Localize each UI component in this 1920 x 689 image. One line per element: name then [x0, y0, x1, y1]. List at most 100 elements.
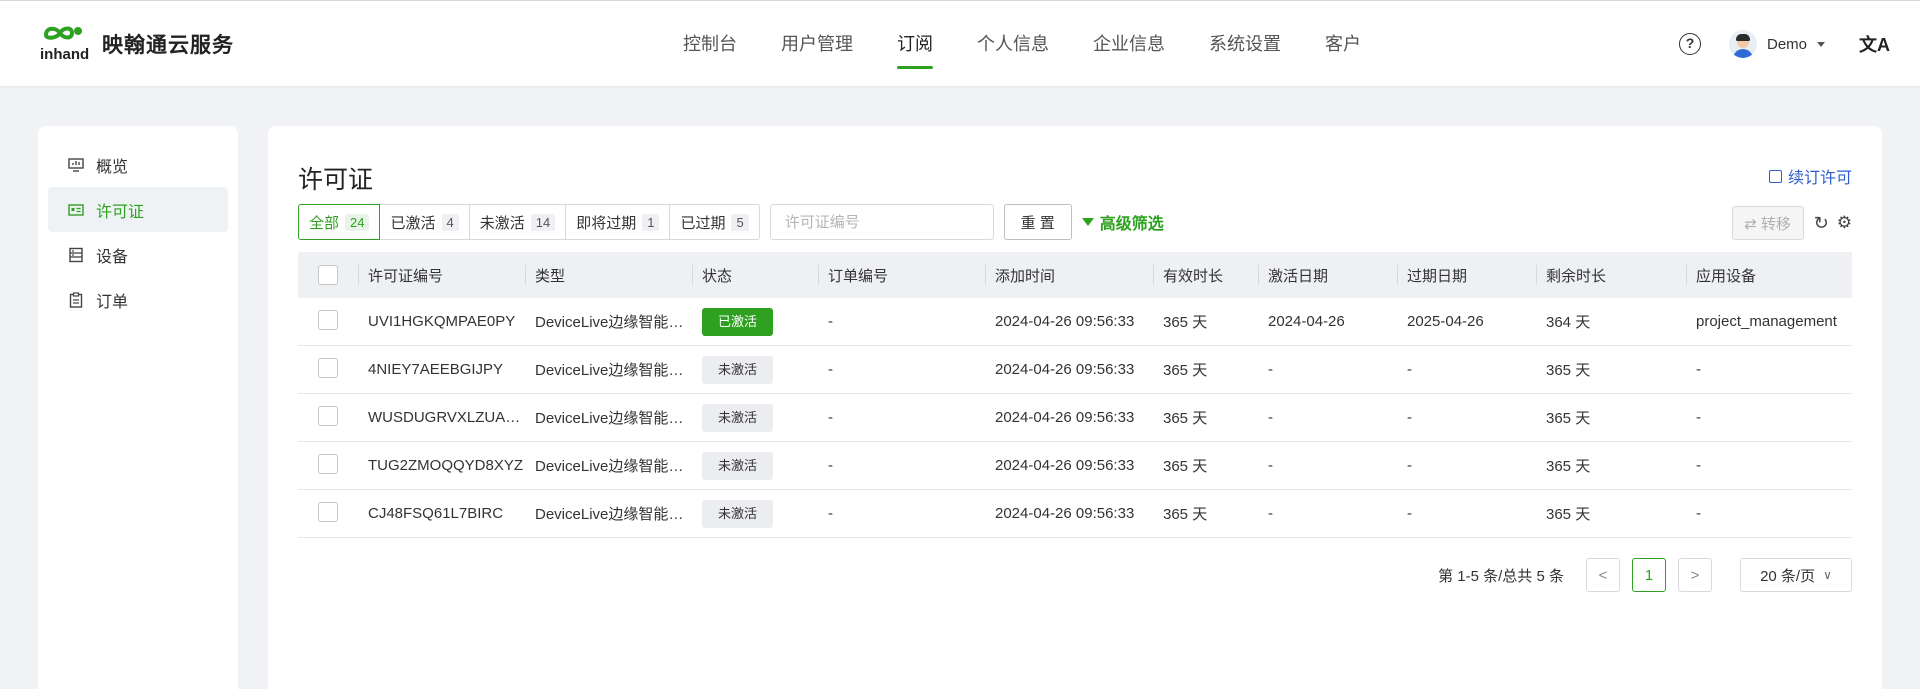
user-name: Demo: [1766, 35, 1807, 53]
advanced-filter-button[interactable]: 高级筛选: [1081, 210, 1164, 234]
prev-page-button[interactable]: <: [1586, 558, 1620, 592]
remaining-duration: 364 天: [1546, 314, 1591, 331]
segment-count: 5: [731, 213, 749, 231]
activation-date: -: [1268, 457, 1273, 474]
table-row[interactable]: UVI1HGKQMPAE0PY DeviceLive边缘智能网关 已激活 - 2…: [298, 298, 1852, 346]
nav-personal-info[interactable]: 个人信息: [977, 1, 1049, 87]
help-icon[interactable]: ?: [1678, 33, 1701, 55]
table-row[interactable]: 4NIEY7AEEBGIJPY DeviceLive边缘智能网关 未激活 - 2…: [298, 346, 1852, 394]
nav-user-management[interactable]: 用户管理: [781, 1, 853, 87]
header-actions: ? Demo 文A: [1678, 1, 1890, 87]
remaining-duration: 365 天: [1546, 362, 1591, 379]
language-icon[interactable]: 文A: [1859, 31, 1890, 57]
license-icon: [68, 202, 84, 218]
nav-system-settings[interactable]: 系统设置: [1209, 1, 1281, 87]
valid-duration: 365 天: [1163, 506, 1208, 523]
row-checkbox[interactable]: [318, 309, 338, 330]
user-menu[interactable]: Demo: [1728, 30, 1825, 58]
sidebar-item-label: 订单: [96, 293, 129, 311]
sidebar: 概览 许可证 设备 订单: [38, 126, 238, 689]
sidebar-item-overview[interactable]: 概览: [48, 142, 228, 187]
pagination: 第 1-5 条/总共 5 条 < 1 > 20 条/页 ∨: [1438, 558, 1852, 592]
added-time: 2024-04-26 09:56:33: [995, 457, 1135, 474]
status-segments: 全部 24 已激活 4 未激活 14 即将过期 1 已过期 5: [298, 204, 760, 240]
sidebar-item-label: 许可证: [96, 203, 145, 221]
activation-date: -: [1268, 361, 1273, 378]
nav-subscription[interactable]: 订阅: [897, 1, 933, 87]
sidebar-item-label: 设备: [96, 248, 129, 266]
applied-device: -: [1696, 409, 1701, 426]
sidebar-item-orders[interactable]: 订单: [48, 277, 228, 322]
license-number-search-input[interactable]: [769, 204, 994, 240]
order-number: -: [828, 313, 833, 330]
brand-logo[interactable]: inhand 映翰通云服务: [38, 23, 234, 65]
order-number: -: [828, 505, 833, 522]
svg-text:inhand: inhand: [40, 46, 89, 63]
avatar: [1728, 30, 1757, 58]
segment-activated[interactable]: 已激活 4: [379, 204, 470, 240]
page-size-value: 20 条/页: [1760, 567, 1816, 585]
column-header: 激活日期: [1258, 252, 1397, 298]
expiration-date: -: [1407, 361, 1412, 378]
sidebar-item-devices[interactable]: 设备: [48, 232, 228, 277]
nav-customers[interactable]: 客户: [1325, 1, 1361, 87]
table-tools: ⇄ 转移 ↻ ⚙: [1731, 206, 1852, 240]
select-all-checkbox[interactable]: [318, 265, 338, 285]
status-badge: 未激活: [702, 499, 774, 528]
added-time: 2024-04-26 09:56:33: [995, 505, 1135, 522]
row-checkbox[interactable]: [318, 357, 338, 378]
main-panel: 许可证 续订许可 全部24 已激活4 未激活14 即将过期1 已过期5 重 置 …: [268, 126, 1882, 689]
select-all-cell: [298, 252, 358, 298]
table-row[interactable]: TUG2ZMOQQYD8XYZ DeviceLive边缘智能网关 未激活 - 2…: [298, 442, 1852, 490]
segment-count: 1: [642, 213, 660, 231]
nav-company-info[interactable]: 企业信息: [1093, 1, 1165, 87]
row-checkbox[interactable]: [318, 453, 338, 474]
device-icon: [68, 247, 84, 263]
clipboard-icon: [68, 291, 84, 308]
page-size-select[interactable]: 20 条/页 ∨: [1740, 558, 1852, 592]
segment-all[interactable]: 全部 24: [298, 204, 381, 240]
renew-license-link[interactable]: 续订许可: [1768, 164, 1852, 188]
order-number: -: [828, 409, 833, 426]
column-header: 类型: [525, 252, 692, 298]
valid-duration: 365 天: [1163, 410, 1208, 427]
order-number: -: [828, 457, 833, 474]
activation-date: 2024-04-26: [1268, 313, 1345, 330]
expiration-date: -: [1407, 457, 1412, 474]
segment-expired[interactable]: 已过期 5: [669, 204, 760, 240]
refresh-icon[interactable]: ↻: [1814, 213, 1829, 234]
applied-device[interactable]: project_management: [1686, 313, 1852, 330]
column-header: 有效时长: [1153, 252, 1258, 298]
gear-icon[interactable]: ⚙: [1837, 213, 1852, 233]
sidebar-item-license[interactable]: 许可证: [48, 187, 228, 232]
column-header: 过期日期: [1397, 252, 1536, 298]
table-row[interactable]: WUSDUGRVXLZUABC DeviceLive边缘智能网关 未激活 - 2…: [298, 394, 1852, 442]
chevron-down-icon: ∨: [1823, 568, 1832, 582]
added-time: 2024-04-26 09:56:33: [995, 313, 1135, 330]
status-badge: 未激活: [702, 403, 774, 432]
column-header: 订单编号: [818, 252, 985, 298]
sidebar-item-label: 概览: [96, 158, 129, 176]
inhand-logo-icon: inhand: [38, 23, 90, 65]
monitor-icon: [68, 157, 84, 173]
table-row[interactable]: CJ48FSQ61L7BIRC DeviceLive边缘智能网关 未激活 - 2…: [298, 490, 1852, 538]
brand-name: 映翰通云服务: [102, 34, 234, 57]
reset-button[interactable]: 重 置: [1003, 204, 1072, 240]
segment-expiring-soon[interactable]: 即将过期 1: [565, 204, 671, 240]
row-checkbox[interactable]: [318, 405, 338, 426]
main-nav: 控制台 用户管理 订阅 个人信息 企业信息 系统设置 客户: [683, 1, 1405, 87]
applied-device: -: [1696, 457, 1701, 474]
row-checkbox[interactable]: [318, 501, 338, 522]
license-type: DeviceLive边缘智能网关: [535, 314, 692, 331]
pagination-total: 第 1-5 条/总共 5 条: [1438, 567, 1564, 585]
column-header: 添加时间: [985, 252, 1153, 298]
page-number-button[interactable]: 1: [1632, 558, 1666, 592]
segment-not-activated[interactable]: 未激活 14: [468, 204, 567, 240]
license-table: 许可证编号 类型 状态 订单编号 添加时间 有效时长 激活日期 过期日期 剩余时…: [298, 252, 1852, 538]
license-type: DeviceLive边缘智能网关: [535, 410, 692, 427]
filter-icon: [1081, 218, 1094, 226]
next-page-button[interactable]: >: [1678, 558, 1712, 592]
expiration-date: -: [1407, 505, 1412, 522]
transfer-button[interactable]: ⇄ 转移: [1731, 206, 1804, 240]
nav-console[interactable]: 控制台: [683, 1, 737, 87]
